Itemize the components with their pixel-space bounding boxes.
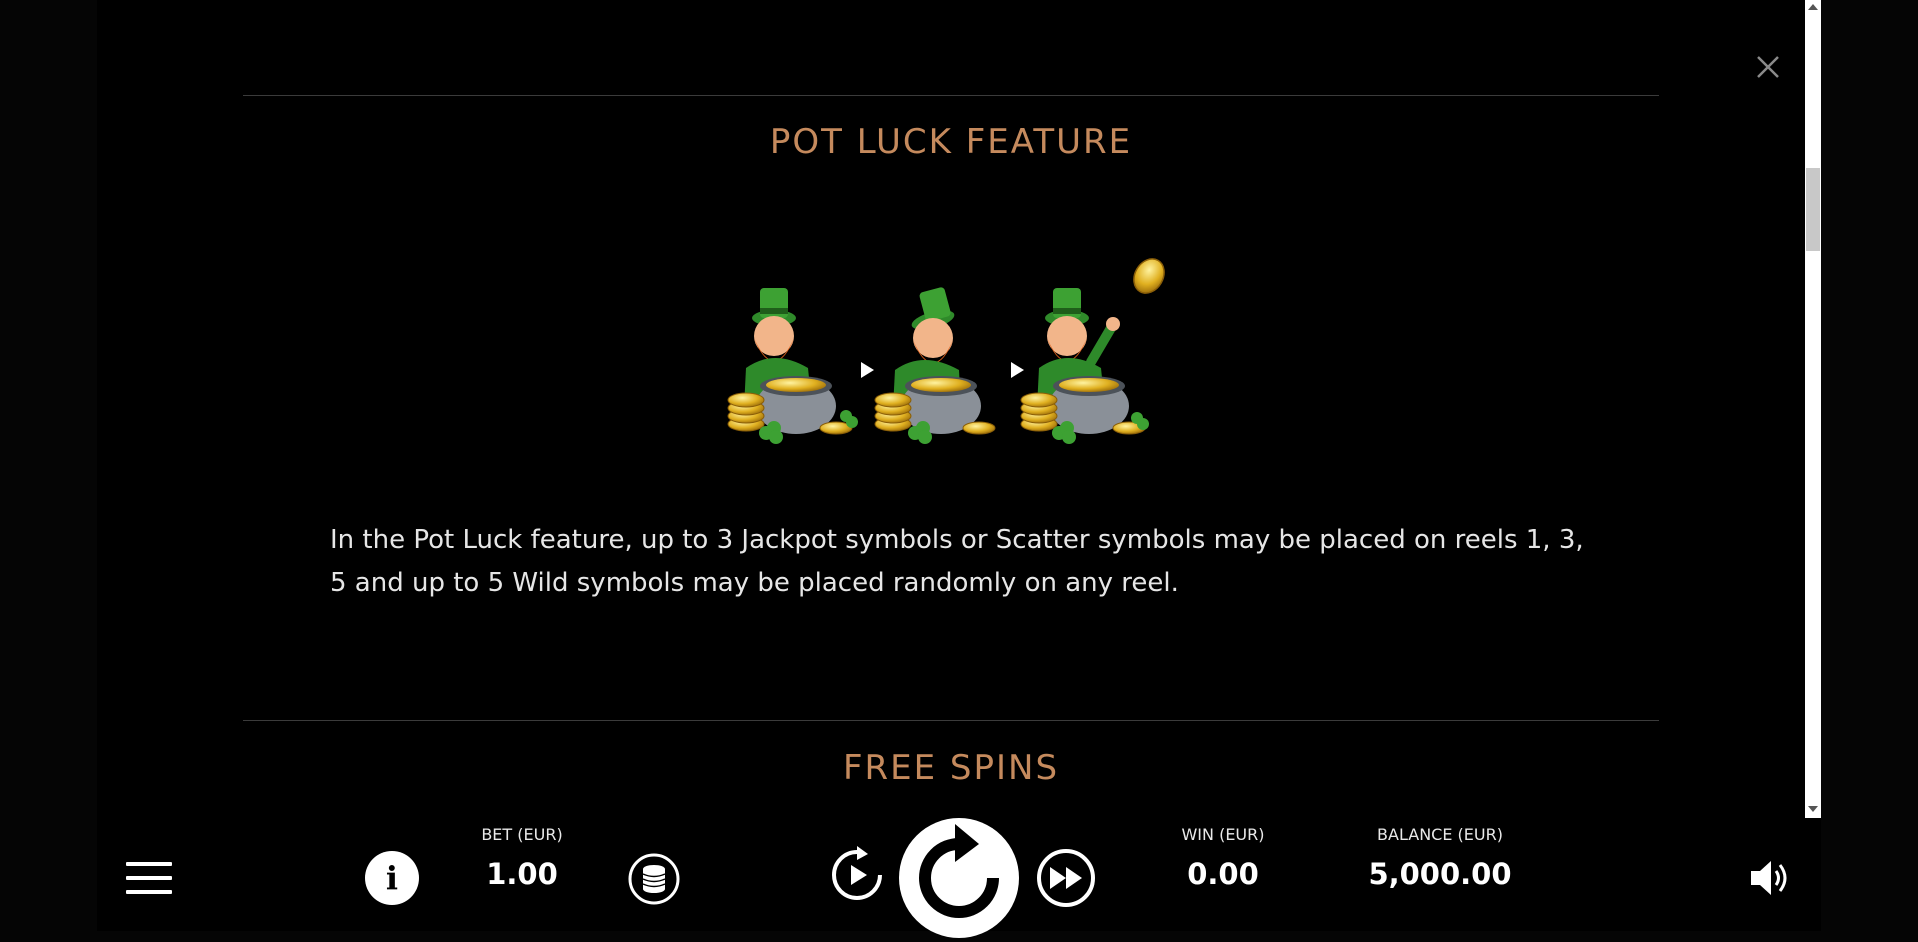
fast-forward-icon[interactable] — [1036, 848, 1096, 908]
balance-label: BALANCE (EUR) — [1377, 825, 1503, 844]
scrollbar-track[interactable] — [1805, 0, 1821, 818]
close-button[interactable] — [1753, 52, 1783, 82]
autoplay-icon[interactable] — [828, 846, 886, 904]
spin-icon — [919, 824, 999, 918]
close-icon — [1757, 56, 1779, 78]
section-title-pot-luck: POT LUCK FEATURE — [769, 122, 1133, 162]
section-divider — [243, 95, 1659, 96]
arrow-right-icon — [861, 362, 874, 378]
leprechaun-2-icon — [874, 287, 996, 444]
scrollbar-thumb[interactable] — [1806, 168, 1820, 251]
leprechaun-1-icon — [727, 288, 858, 444]
coin-stack-icon[interactable] — [627, 852, 681, 906]
section-divider — [243, 720, 1659, 721]
hamburger-menu-icon[interactable] — [126, 862, 172, 894]
win-label: WIN (EUR) — [1181, 825, 1265, 844]
pot-luck-sequence-illustration — [727, 258, 1165, 444]
balance-value: 5,000.00 — [1368, 857, 1512, 891]
bet-label: BET (EUR) — [481, 825, 563, 844]
scroll-up-arrow-icon[interactable] — [1808, 4, 1818, 10]
spin-button[interactable] — [899, 818, 1019, 938]
section-title-free-spins: FREE SPINS — [842, 748, 1060, 788]
arrow-right-icon — [1011, 362, 1024, 378]
scroll-down-arrow-icon[interactable] — [1808, 806, 1818, 812]
bet-value[interactable]: 1.00 — [392, 857, 652, 891]
pot-luck-description: In the Pot Luck feature, up to 3 Jackpot… — [330, 525, 1584, 598]
leprechaun-3-icon — [1020, 258, 1165, 444]
speaker-icon[interactable] — [1749, 858, 1791, 898]
